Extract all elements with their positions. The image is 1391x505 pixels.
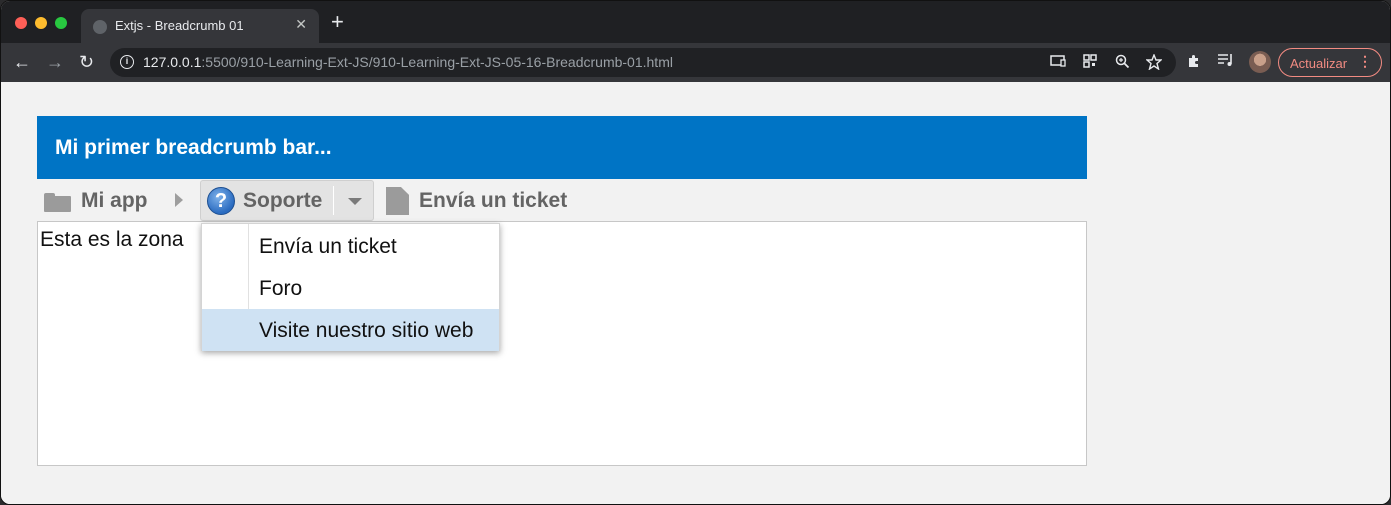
info-icon[interactable]: i [120, 55, 134, 69]
document-icon [386, 187, 409, 215]
update-button-label: Actualizar [1290, 56, 1348, 71]
url-text[interactable]: 127.0.0.1:5500/910-Learning-Ext-JS/910-L… [143, 54, 673, 70]
breadcrumb-item-mi-app[interactable]: Mi app [81, 189, 148, 213]
menu-item-label: Foro [259, 277, 303, 300]
breadcrumb-item-label: Soporte [243, 189, 323, 212]
url-path: :5500/910-Learning-Ext-JS/910-Learning-E… [201, 54, 673, 70]
breadcrumb-separator-arrow-icon[interactable] [175, 193, 183, 207]
address-bar[interactable]: i 127.0.0.1:5500/910-Learning-Ext-JS/910… [110, 48, 1176, 77]
menu-item-label: Envía un ticket [259, 235, 397, 258]
menu-item-sitio-web[interactable]: Visite nuestro sitio web [202, 309, 499, 351]
cast-icon[interactable] [1050, 54, 1066, 71]
reload-icon[interactable]: ↻ [79, 51, 94, 73]
url-host: 127.0.0.1 [143, 54, 202, 70]
globe-icon [93, 20, 107, 34]
media-queue-icon[interactable] [1217, 53, 1235, 71]
qr-code-icon[interactable] [1083, 54, 1097, 71]
breadcrumb-item-envia-ticket[interactable]: Envía un ticket [419, 189, 567, 213]
content-panel: Esta es la zona [37, 221, 1087, 466]
tab-strip: Extjs - Breadcrumb 01 ✕ + [1, 1, 1390, 43]
menu-item-label: Visite nuestro sitio web [259, 319, 474, 342]
browser-window: Extjs - Breadcrumb 01 ✕ + ← → ↻ i 127.0.… [0, 0, 1391, 505]
minimize-window-button[interactable] [35, 17, 47, 29]
profile-avatar[interactable] [1249, 51, 1271, 73]
page-content: Mi primer breadcrumb bar... Mi app ? Sop… [1, 82, 1390, 504]
forward-icon[interactable]: → [46, 51, 64, 73]
split-divider [333, 186, 334, 215]
panel-title: Mi primer breadcrumb bar... [55, 136, 332, 159]
tab-close-icon[interactable]: ✕ [295, 16, 307, 33]
menu-item-foro[interactable]: Foro [202, 267, 499, 309]
new-tab-button[interactable]: + [331, 11, 344, 33]
zoom-icon[interactable] [1115, 54, 1130, 72]
extensions-puzzle-icon[interactable] [1186, 53, 1202, 73]
zoom-window-button[interactable] [55, 17, 67, 29]
browser-toolbar: ← → ↻ i 127.0.0.1:5500/910-Learning-Ext-… [1, 43, 1390, 82]
update-button[interactable]: Actualizar ⋮ [1278, 48, 1382, 77]
back-icon[interactable]: ← [13, 51, 31, 73]
breadcrumb-dropdown-menu: Envía un ticket Foro Visite nuestro siti… [201, 223, 500, 351]
browser-tab[interactable]: Extjs - Breadcrumb 01 ✕ [81, 9, 319, 43]
chevron-down-icon[interactable] [348, 198, 362, 205]
breadcrumb-item-soporte[interactable]: ? Soporte [200, 180, 374, 221]
tab-title: Extjs - Breadcrumb 01 [115, 18, 244, 33]
panel-header: Mi primer breadcrumb bar... [37, 116, 1087, 179]
bookmark-star-icon[interactable] [1145, 53, 1163, 73]
content-text: Esta es la zona [40, 228, 184, 251]
folder-icon [44, 193, 71, 212]
help-icon: ? [207, 187, 235, 215]
close-window-button[interactable] [15, 17, 27, 29]
kebab-menu-icon[interactable]: ⋮ [1358, 53, 1372, 70]
menu-item-envia-ticket[interactable]: Envía un ticket [202, 225, 499, 267]
